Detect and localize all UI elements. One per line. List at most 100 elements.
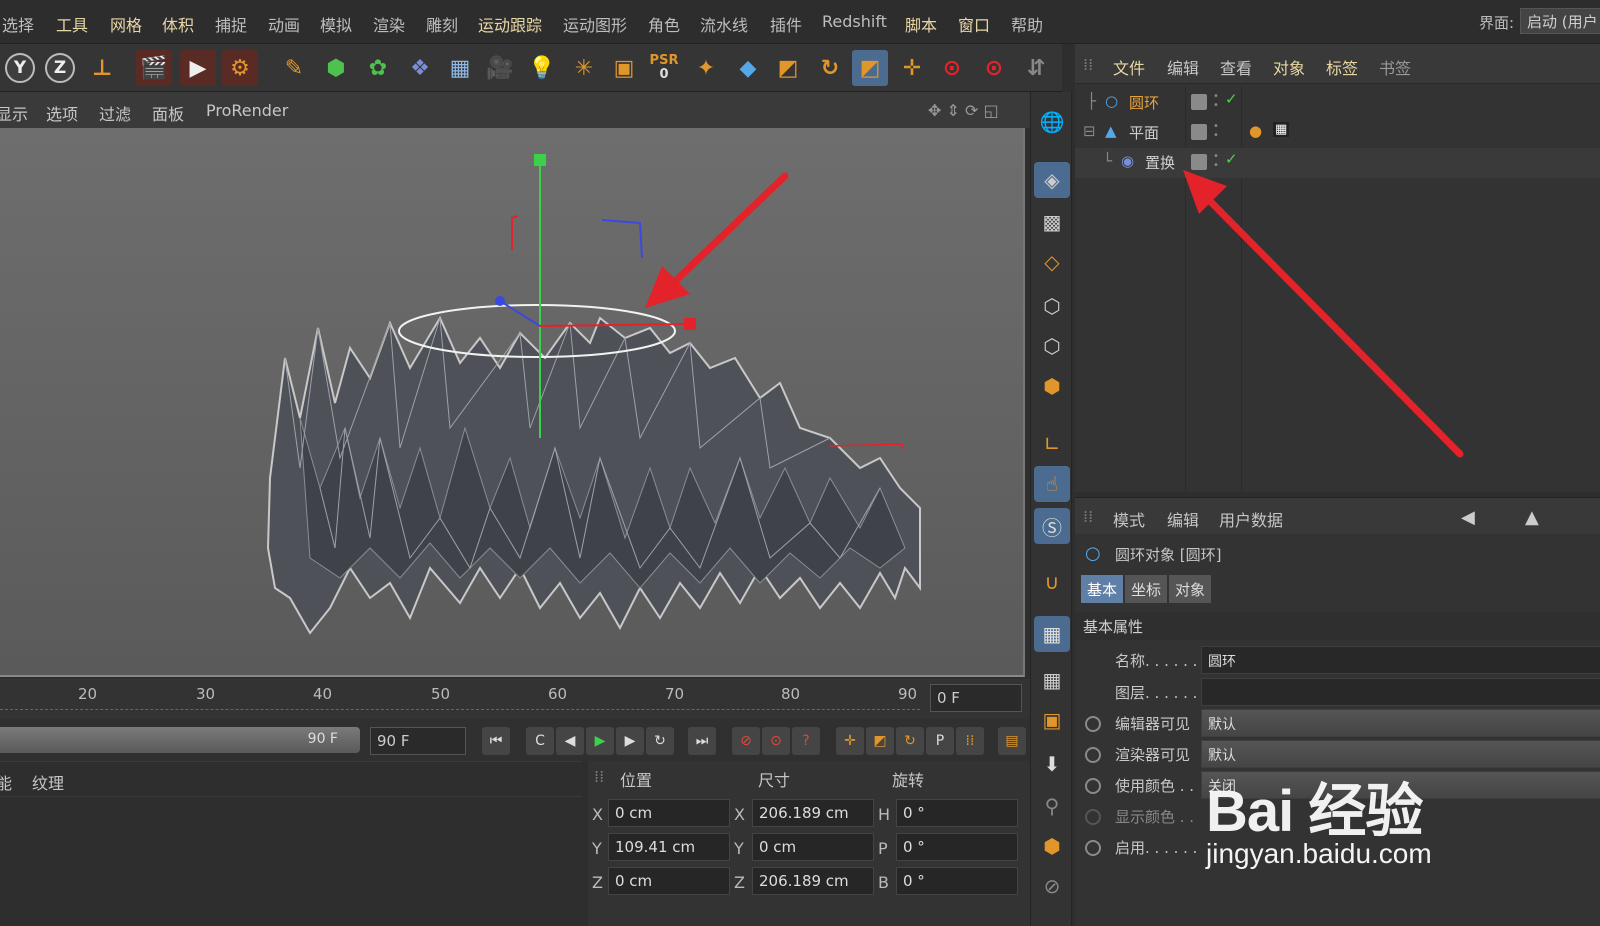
cube-import-icon[interactable]: ⬢ xyxy=(1034,828,1070,864)
position-x-field[interactable]: 0 cm xyxy=(608,799,730,827)
keyframe-radio[interactable] xyxy=(1085,778,1101,794)
viewport-menu-filter[interactable]: 过滤 xyxy=(99,101,131,125)
key-parameter-icon[interactable]: P xyxy=(926,727,954,755)
tab-coordinates[interactable]: 坐标 xyxy=(1125,575,1168,603)
menu-item[interactable]: 模拟 xyxy=(320,12,352,36)
om-menu-file[interactable]: 文件 xyxy=(1113,55,1145,79)
viewport-menu-display[interactable]: 显示 xyxy=(0,101,28,125)
psr-button[interactable]: PSR 0 xyxy=(646,50,682,86)
position-z-field[interactable]: 0 cm xyxy=(608,867,730,895)
menu-item[interactable]: 窗口 xyxy=(958,12,990,36)
live-selection-icon[interactable]: ⊙ xyxy=(934,50,970,86)
tab-basic[interactable]: 基本 xyxy=(1081,575,1124,603)
render-settings-icon[interactable]: ⚙ xyxy=(222,50,258,86)
previous-frame-icon[interactable]: ◀ xyxy=(556,727,584,755)
timeline-menu-icon[interactable]: ▤ xyxy=(998,727,1026,755)
solo-icon[interactable]: Ⓢ xyxy=(1034,508,1070,544)
keyframe-radio[interactable] xyxy=(1085,809,1101,825)
locked-workplane-icon[interactable]: ▣ xyxy=(1034,702,1070,738)
y-axis-lock-button[interactable]: Y xyxy=(2,50,38,86)
axis-mode-icon[interactable]: ∟ xyxy=(1034,426,1070,462)
viewport-menu-options[interactable]: 选项 xyxy=(46,101,78,125)
menu-item[interactable]: 运动跟踪 xyxy=(478,12,542,36)
scale-active-icon[interactable]: ◩ xyxy=(852,50,888,86)
editor-visible-dropdown[interactable]: 默认 xyxy=(1201,709,1600,737)
next-key-icon[interactable]: ↻ xyxy=(646,727,674,755)
am-menu-user-data[interactable]: 用户数据 xyxy=(1219,507,1283,531)
edges-mode-icon[interactable]: ⬡ xyxy=(1034,328,1070,364)
key-scale-icon[interactable]: ◩ xyxy=(866,727,894,755)
om-menu-object[interactable]: 对象 xyxy=(1273,55,1305,79)
points-mode-icon[interactable]: ⬡ xyxy=(1034,288,1070,324)
z-axis-lock-button[interactable]: Z xyxy=(42,50,78,86)
viewport-move-icon[interactable]: ✥ ⇕ ⟳ ◱ xyxy=(928,101,999,120)
materials-tab-function[interactable]: 能 xyxy=(0,770,12,794)
menu-item[interactable]: 插件 xyxy=(770,12,802,36)
menu-item[interactable]: 角色 xyxy=(648,12,680,36)
deformer-icon[interactable]: ❖ xyxy=(402,50,438,86)
menu-item[interactable]: 动画 xyxy=(268,12,300,36)
menu-item[interactable]: 流水线 xyxy=(700,12,748,36)
move-tool-icon[interactable]: ✛ xyxy=(894,50,930,86)
viewport-menu-prorender[interactable]: ProRender xyxy=(206,101,288,120)
om-menu-edit[interactable]: 编辑 xyxy=(1167,55,1199,79)
position-y-field[interactable]: 109.41 cm xyxy=(608,833,730,861)
key-rotation-icon[interactable]: ↻ xyxy=(896,727,924,755)
go-to-start-icon[interactable]: ⏮ xyxy=(482,727,510,755)
key-position-icon[interactable]: ✛ xyxy=(836,727,864,755)
keyframe-radio[interactable] xyxy=(1085,747,1101,763)
next-frame-icon[interactable]: ▶ xyxy=(616,727,644,755)
viewport-menu-panel[interactable]: 面板 xyxy=(152,101,184,125)
keyframe-radio[interactable] xyxy=(1085,840,1101,856)
scale-tool-icon[interactable]: ◩ xyxy=(770,50,806,86)
menu-item[interactable]: 捕捉 xyxy=(215,12,247,36)
3d-viewport[interactable] xyxy=(0,128,1025,677)
autokey-icon[interactable]: ⊙ xyxy=(762,727,790,755)
snap-icon[interactable]: ∪ xyxy=(1034,564,1070,600)
make-editable-icon[interactable]: 🌐 xyxy=(1034,104,1070,140)
name-field[interactable]: 圆环 xyxy=(1201,646,1600,674)
record-icon[interactable]: ⊘ xyxy=(732,727,760,755)
more-tools-icon[interactable]: ⇵ xyxy=(1018,50,1054,86)
current-frame-field[interactable]: 0 F xyxy=(930,684,1022,712)
render-picture-viewer-icon[interactable]: ▶ xyxy=(180,50,216,86)
select-icon[interactable]: ⊙ xyxy=(976,50,1012,86)
rotation-p-field[interactable]: 0 ° xyxy=(896,833,1018,861)
rotate-tool-icon[interactable]: ↻ xyxy=(812,50,848,86)
download-icon[interactable]: ⬇ xyxy=(1034,746,1070,782)
size-y-field[interactable]: 0 cm xyxy=(752,833,874,861)
size-z-field[interactable]: 206.189 cm xyxy=(752,867,874,895)
menu-item[interactable]: 工具 xyxy=(56,12,88,36)
am-menu-mode[interactable]: 模式 xyxy=(1113,507,1145,531)
materials-tab-texture[interactable]: 纹理 xyxy=(32,770,64,794)
workplane-lock-icon[interactable]: ▦ xyxy=(1034,616,1070,652)
model-mode-icon[interactable]: ◆ xyxy=(730,50,766,86)
keyframe-radio[interactable] xyxy=(1085,716,1101,732)
workplane-icon[interactable]: ◇ xyxy=(1034,244,1070,280)
menu-item[interactable]: 雕刻 xyxy=(426,12,458,36)
up-arrow-icon[interactable]: ▲ xyxy=(1525,507,1539,528)
camera-icon[interactable]: 🎥 xyxy=(482,50,518,86)
menu-item[interactable]: 体积 xyxy=(162,12,194,36)
layer-field[interactable] xyxy=(1201,678,1600,706)
character-icon[interactable]: ⚲ xyxy=(1034,788,1070,824)
menu-item[interactable]: 脚本 xyxy=(905,12,937,36)
go-to-end-icon[interactable]: ⏭ xyxy=(688,727,716,755)
menu-item[interactable]: 运动图形 xyxy=(563,12,627,36)
light-icon[interactable]: 💡 xyxy=(524,50,560,86)
back-arrow-icon[interactable]: ◀ xyxy=(1461,507,1475,528)
rotation-b-field[interactable]: 0 ° xyxy=(896,867,1018,895)
floor-icon[interactable]: ▦ xyxy=(442,50,478,86)
menu-item[interactable]: Redshift xyxy=(822,12,887,31)
size-x-field[interactable]: 206.189 cm xyxy=(752,799,874,827)
cube-generator-icon[interactable]: ⬢ xyxy=(318,50,354,86)
am-menu-edit[interactable]: 编辑 xyxy=(1167,507,1199,531)
end-frame-field[interactable]: 90 F xyxy=(370,727,466,755)
rotation-h-field[interactable]: 0 ° xyxy=(896,799,1018,827)
keyframe-selection-icon[interactable]: ? xyxy=(792,727,820,755)
menu-item[interactable]: 帮助 xyxy=(1011,12,1043,36)
tweak-mode-icon[interactable]: ☝ xyxy=(1034,466,1070,502)
coordinate-system-icon[interactable]: ⊥ xyxy=(84,50,120,86)
om-menu-bookmarks[interactable]: 书签 xyxy=(1379,55,1411,79)
menu-item[interactable]: 网格 xyxy=(110,12,142,36)
